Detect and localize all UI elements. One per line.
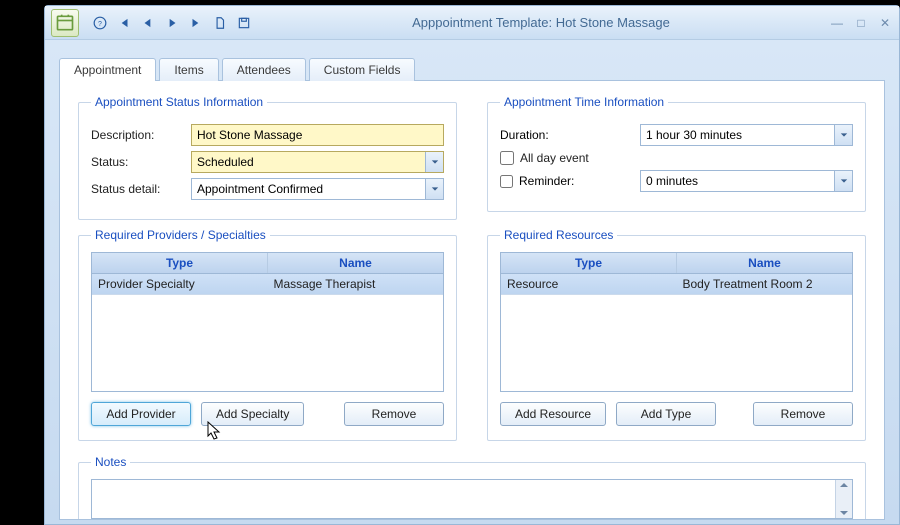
description-label: Description: xyxy=(91,128,191,142)
status-label: Status: xyxy=(91,155,191,169)
providers-group: Required Providers / Specialties Type Na… xyxy=(78,228,457,441)
table-row[interactable]: Resource Body Treatment Room 2 xyxy=(501,274,852,295)
minimize-button[interactable]: — xyxy=(829,15,845,31)
allday-label: All day event xyxy=(520,151,589,165)
add-specialty-button[interactable]: Add Specialty xyxy=(201,402,304,426)
add-type-button[interactable]: Add Type xyxy=(616,402,716,426)
resources-grid[interactable]: Type Name Resource Body Treatment Room 2 xyxy=(500,252,853,392)
app-icon xyxy=(51,9,79,37)
new-icon[interactable] xyxy=(211,14,229,32)
status-combo[interactable]: Scheduled xyxy=(191,151,444,173)
window-title: Apppointment Template: Hot Stone Massage xyxy=(253,15,829,30)
scrollbar[interactable] xyxy=(835,480,852,518)
providers-legend: Required Providers / Specialties xyxy=(91,228,270,242)
toolbar: ? xyxy=(91,14,253,32)
notes-group: Notes xyxy=(78,455,866,520)
window-controls: — □ ✕ xyxy=(829,15,893,31)
svg-text:?: ? xyxy=(98,20,102,27)
tab-custom-fields[interactable]: Custom Fields xyxy=(309,58,416,81)
next-icon[interactable] xyxy=(163,14,181,32)
duration-combo[interactable]: 1 hour 30 minutes xyxy=(640,124,853,146)
title-bar: ? Apppointment Template: Hot Stone Massa… xyxy=(45,6,899,40)
last-icon[interactable] xyxy=(187,14,205,32)
content-area: Appointment Items Attendees Custom Field… xyxy=(45,40,899,524)
time-legend: Appointment Time Information xyxy=(500,95,668,109)
notes-textarea[interactable] xyxy=(91,479,853,519)
resource-remove-button[interactable]: Remove xyxy=(753,402,853,426)
chevron-down-icon xyxy=(425,152,443,172)
status-value: Scheduled xyxy=(197,155,254,169)
description-input[interactable] xyxy=(191,124,444,146)
resources-group: Required Resources Type Name Resource Bo… xyxy=(487,228,866,441)
window: ? Apppointment Template: Hot Stone Massa… xyxy=(44,5,900,525)
duration-value: 1 hour 30 minutes xyxy=(646,128,742,142)
providers-grid[interactable]: Type Name Provider Specialty Massage The… xyxy=(91,252,444,392)
cell-name: Massage Therapist xyxy=(268,274,444,294)
status-group: Appointment Status Information Descripti… xyxy=(78,95,457,220)
add-resource-button[interactable]: Add Resource xyxy=(500,402,606,426)
maximize-button[interactable]: □ xyxy=(853,15,869,31)
time-group: Appointment Time Information Duration: 1… xyxy=(487,95,866,212)
status-detail-value: Appointment Confirmed xyxy=(197,182,323,196)
reminder-label: Reminder: xyxy=(519,174,574,188)
add-provider-button[interactable]: Add Provider xyxy=(91,402,191,426)
status-detail-combo[interactable]: Appointment Confirmed xyxy=(191,178,444,200)
provider-remove-button[interactable]: Remove xyxy=(344,402,444,426)
providers-col-name: Name xyxy=(268,253,443,273)
detail-label: Status detail: xyxy=(91,182,191,196)
table-row[interactable]: Provider Specialty Massage Therapist xyxy=(92,274,443,295)
tab-items[interactable]: Items xyxy=(159,58,218,81)
first-icon[interactable] xyxy=(115,14,133,32)
resources-col-type: Type xyxy=(501,253,677,273)
help-icon[interactable]: ? xyxy=(91,14,109,32)
cell-type: Provider Specialty xyxy=(92,274,268,294)
chevron-down-icon xyxy=(834,171,852,191)
status-legend: Appointment Status Information xyxy=(91,95,267,109)
notes-legend: Notes xyxy=(91,455,130,469)
reminder-checkbox[interactable] xyxy=(500,175,513,188)
prev-icon[interactable] xyxy=(139,14,157,32)
tab-panel: Appointment Status Information Descripti… xyxy=(59,80,885,520)
cell-type: Resource xyxy=(501,274,677,294)
resources-legend: Required Resources xyxy=(500,228,617,242)
save-icon[interactable] xyxy=(235,14,253,32)
tab-appointment[interactable]: Appointment xyxy=(59,58,156,81)
chevron-down-icon xyxy=(834,125,852,145)
chevron-down-icon xyxy=(425,179,443,199)
providers-col-type: Type xyxy=(92,253,268,273)
close-button[interactable]: ✕ xyxy=(877,15,893,31)
reminder-combo[interactable]: 0 minutes xyxy=(640,170,853,192)
reminder-value: 0 minutes xyxy=(646,174,698,188)
tab-attendees[interactable]: Attendees xyxy=(222,58,306,81)
allday-checkbox[interactable] xyxy=(500,151,514,165)
tab-strip: Appointment Items Attendees Custom Field… xyxy=(59,58,885,81)
duration-label: Duration: xyxy=(500,128,549,142)
cell-name: Body Treatment Room 2 xyxy=(677,274,853,294)
resources-col-name: Name xyxy=(677,253,852,273)
